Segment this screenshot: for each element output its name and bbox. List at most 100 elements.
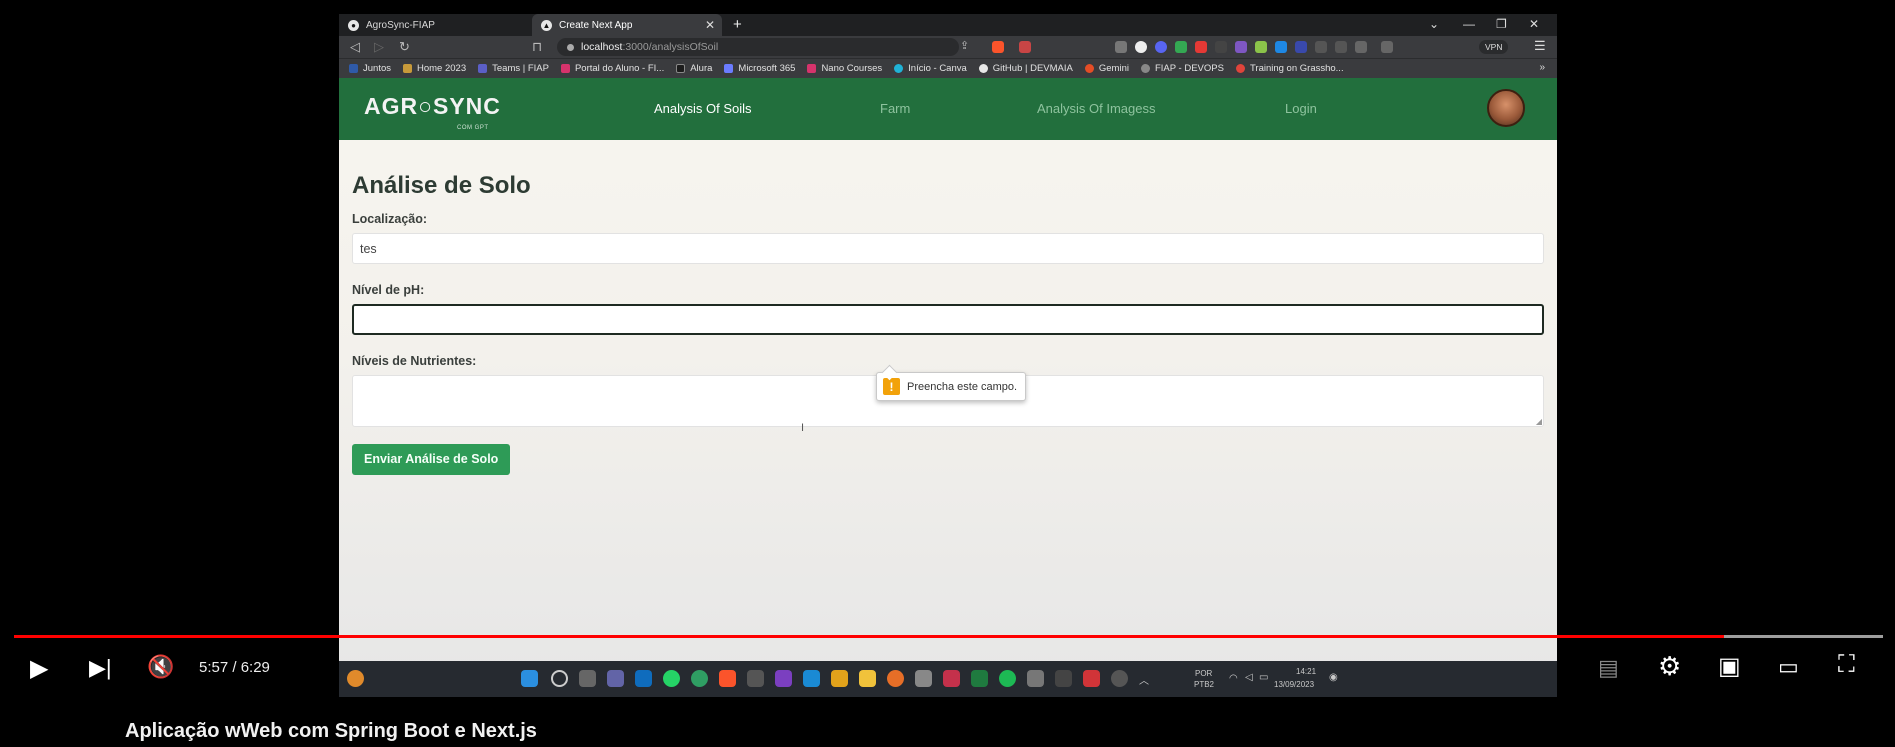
whatsapp-icon[interactable] — [663, 670, 680, 687]
volume-icon[interactable]: ◁ — [1245, 672, 1253, 683]
new-tab-icon[interactable]: + — [733, 16, 742, 33]
bookmark-item[interactable]: FIAP - DEVOPS — [1140, 63, 1224, 74]
app-icon[interactable] — [1111, 670, 1128, 687]
agrosync-logo[interactable]: AGR○SYNC — [364, 93, 501, 120]
settings-gear-icon[interactable]: ⚙ — [1658, 651, 1681, 682]
battery-icon[interactable]: ▭ — [1259, 672, 1268, 683]
back-icon[interactable]: ◁ — [350, 39, 360, 55]
extension-icon[interactable] — [1235, 41, 1247, 53]
weather-icon[interactable] — [347, 670, 364, 687]
tray-chevron-icon[interactable]: ︿ — [1139, 672, 1149, 687]
notification-icon[interactable]: ◉ — [1329, 672, 1338, 683]
app-icon[interactable] — [831, 670, 848, 687]
bookmark-favicon — [894, 64, 904, 73]
video-title[interactable]: Aplicação wWeb com Spring Boot e Next.js — [125, 720, 537, 743]
browser-tab-agrosync[interactable]: ● AgroSync-FIAP — [339, 14, 529, 36]
bookmark-item[interactable]: Training on Grassho... — [1235, 63, 1344, 74]
bookmarks-overflow-icon[interactable]: » — [1539, 62, 1545, 73]
sidebar-icon[interactable] — [1355, 41, 1367, 53]
language-indicator-line1[interactable]: POR — [1195, 669, 1212, 678]
hamburger-menu-icon[interactable]: ☰ — [1534, 38, 1546, 54]
bookmark-item[interactable]: Microsoft 365 — [724, 63, 795, 74]
bookmark-item[interactable]: Início - Canva — [894, 63, 967, 74]
extension-icon[interactable] — [1255, 41, 1267, 53]
user-avatar[interactable] — [1487, 89, 1525, 127]
extension-icon[interactable] — [1295, 41, 1307, 53]
forward-icon[interactable]: ▷ — [374, 39, 384, 55]
sync-icon[interactable] — [1335, 41, 1347, 53]
app-icon[interactable] — [943, 670, 960, 687]
notion-icon[interactable] — [1055, 670, 1072, 687]
terminal-icon[interactable] — [971, 670, 988, 687]
minimize-icon[interactable]: — — [1463, 17, 1475, 31]
extension-icon[interactable] — [1275, 41, 1287, 53]
wifi-icon[interactable]: ◠ — [1229, 673, 1238, 684]
edge-icon[interactable] — [691, 670, 708, 687]
tab-search-chevron-icon[interactable]: ⌄ — [1429, 17, 1439, 31]
file-explorer-icon[interactable] — [859, 670, 876, 687]
muted-volume-icon[interactable]: 🔇 — [147, 654, 174, 680]
extensions-puzzle-icon[interactable] — [1315, 41, 1327, 53]
wallet-icon[interactable] — [1381, 41, 1393, 53]
nav-link-login[interactable]: Login — [1285, 101, 1317, 116]
clock-date[interactable]: 13/09/2023 — [1274, 680, 1314, 689]
app-icon[interactable] — [1083, 670, 1100, 687]
submit-soil-analysis-button[interactable]: Enviar Análise de Solo — [352, 444, 511, 475]
visual-studio-icon[interactable] — [775, 670, 792, 687]
location-input[interactable]: tes — [352, 233, 1544, 264]
fullscreen-icon[interactable]: ⛶ — [1838, 651, 1855, 679]
windows-taskbar: ︿ POR PTB2 ◠ ◁ ▭ 14:21 13/09/2023 ◉ — [339, 661, 1557, 697]
brave-icon[interactable] — [719, 670, 736, 687]
resize-handle-icon[interactable]: ◢ — [1536, 417, 1542, 426]
share-icon[interactable]: ⇪ — [960, 39, 969, 52]
app-icon[interactable] — [915, 670, 932, 687]
browser-tab-create-next-app[interactable]: ▲ Create Next App ✕ — [532, 14, 722, 36]
nav-link-analysis-of-images[interactable]: Analysis Of Imagess — [1037, 101, 1156, 116]
close-window-icon[interactable]: ✕ — [1529, 17, 1539, 31]
task-view-icon[interactable] — [579, 670, 596, 687]
extension-icon[interactable] — [1175, 41, 1187, 53]
bookmark-item[interactable]: GitHub | DEVMAIA — [978, 63, 1073, 74]
maximize-icon[interactable]: ❐ — [1496, 17, 1507, 31]
brave-shield-icon[interactable] — [992, 41, 1004, 53]
vpn-button[interactable]: VPN — [1479, 40, 1509, 54]
teams-icon[interactable] — [607, 670, 624, 687]
miniplayer-icon[interactable]: ▣ — [1718, 652, 1741, 681]
next-video-icon[interactable]: ▶| — [89, 655, 112, 681]
bookmark-item[interactable]: Juntos — [349, 63, 391, 74]
bookmark-item[interactable]: Gemini — [1084, 63, 1129, 74]
app-icon[interactable] — [1027, 670, 1044, 687]
address-bar[interactable]: localhost :3000/analysisOfSoil — [557, 38, 959, 56]
postman-icon[interactable] — [887, 670, 904, 687]
clock-time[interactable]: 14:21 — [1296, 667, 1316, 676]
bookmark-item[interactable]: Nano Courses — [807, 63, 882, 74]
windows-start-icon[interactable] — [521, 670, 538, 687]
search-icon[interactable] — [551, 670, 568, 687]
nav-link-farm[interactable]: Farm — [880, 101, 910, 116]
bookmark-icon[interactable]: ⊓ — [532, 39, 542, 55]
ph-input[interactable] — [352, 304, 1544, 335]
extension-icon[interactable] — [1135, 41, 1147, 53]
video-progress-bar[interactable] — [14, 635, 1883, 638]
extension-icon[interactable] — [1195, 41, 1207, 53]
app-icon[interactable] — [747, 670, 764, 687]
vscode-icon[interactable] — [803, 670, 820, 687]
language-indicator-line2[interactable]: PTB2 — [1194, 680, 1214, 689]
outlook-icon[interactable] — [635, 670, 652, 687]
extension-icon[interactable] — [1215, 41, 1227, 53]
nav-link-analysis-of-soils[interactable]: Analysis Of Soils — [654, 101, 752, 116]
reload-icon[interactable]: ↻ — [399, 39, 410, 55]
discord-extension-icon[interactable] — [1155, 41, 1167, 53]
bookmark-item[interactable]: Teams | FIAP — [478, 63, 549, 74]
play-icon[interactable]: ▶ — [30, 654, 48, 683]
bookmark-item[interactable]: Home 2023 — [403, 63, 466, 74]
close-tab-icon[interactable]: ✕ — [705, 18, 715, 32]
camera-extension-icon[interactable] — [1115, 41, 1127, 53]
brave-rewards-icon[interactable] — [1019, 41, 1031, 53]
bookmark-item[interactable]: Portal do Aluno - FI... — [560, 63, 664, 74]
bookmark-item[interactable]: Alura — [676, 63, 712, 74]
subtitles-icon[interactable]: ▤ — [1598, 655, 1619, 681]
theater-mode-icon[interactable]: ▭ — [1778, 654, 1799, 680]
spotify-icon[interactable] — [999, 670, 1016, 687]
site-info-icon[interactable] — [567, 43, 574, 51]
